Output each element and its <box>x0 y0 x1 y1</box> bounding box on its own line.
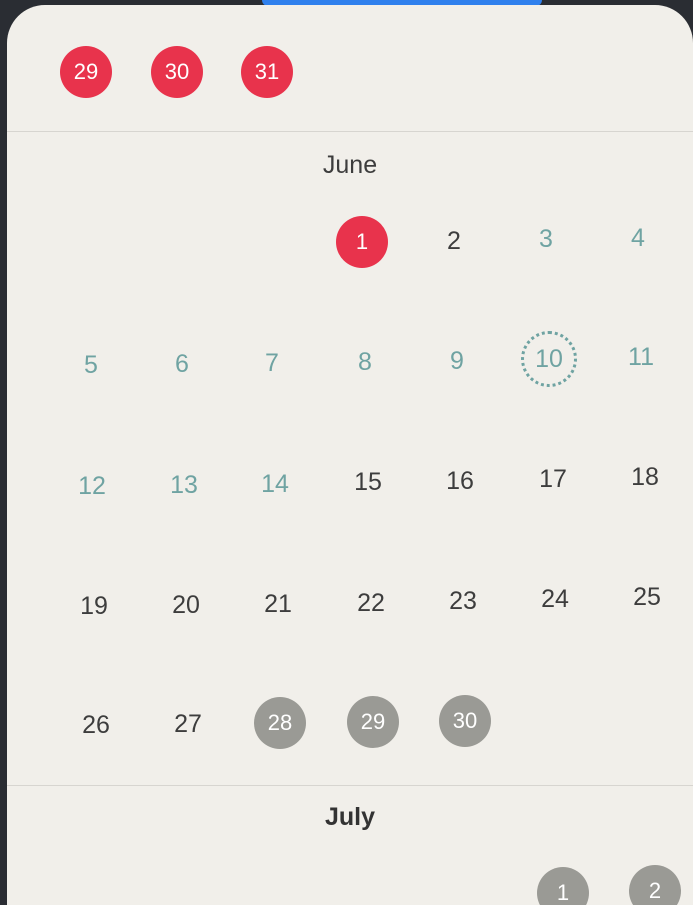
june-day-3[interactable]: 3 <box>518 211 574 267</box>
june-day-2[interactable]: 2 <box>426 213 482 269</box>
july-day-1[interactable]: 1 <box>537 867 589 905</box>
june-day-1[interactable]: 1 <box>336 216 388 268</box>
june-day-16[interactable]: 16 <box>432 453 488 509</box>
june-day-5[interactable]: 5 <box>63 337 119 393</box>
month-divider <box>7 785 693 786</box>
calendar-card: 29 30 31 June 1 2 3 4 5 6 7 8 9 10 11 12… <box>7 5 693 905</box>
month-title-july: July <box>324 803 376 831</box>
june-day-14[interactable]: 14 <box>247 456 303 512</box>
may-day-31[interactable]: 31 <box>241 46 293 98</box>
may-day-30[interactable]: 30 <box>151 46 203 98</box>
june-day-6[interactable]: 6 <box>154 336 210 392</box>
june-day-18[interactable]: 18 <box>617 449 673 505</box>
may-day-29[interactable]: 29 <box>60 46 112 98</box>
month-divider <box>7 131 693 132</box>
june-day-22[interactable]: 22 <box>343 575 399 631</box>
june-day-27[interactable]: 27 <box>160 696 216 752</box>
june-day-13[interactable]: 13 <box>156 457 212 513</box>
june-day-12[interactable]: 12 <box>64 458 120 514</box>
june-day-19[interactable]: 19 <box>66 578 122 634</box>
june-day-25[interactable]: 25 <box>619 569 675 625</box>
june-day-29[interactable]: 29 <box>347 696 399 748</box>
june-day-26[interactable]: 26 <box>68 697 124 753</box>
june-day-8[interactable]: 8 <box>337 334 393 390</box>
june-day-23[interactable]: 23 <box>435 573 491 629</box>
june-day-4[interactable]: 4 <box>610 210 666 266</box>
june-day-7[interactable]: 7 <box>244 335 300 391</box>
june-day-21[interactable]: 21 <box>250 576 306 632</box>
july-day-2[interactable]: 2 <box>629 865 681 905</box>
june-day-11[interactable]: 11 <box>613 329 669 385</box>
june-day-20[interactable]: 20 <box>158 577 214 633</box>
june-day-28[interactable]: 28 <box>254 697 306 749</box>
june-day-15[interactable]: 15 <box>340 454 396 510</box>
june-day-9[interactable]: 9 <box>429 333 485 389</box>
june-day-24[interactable]: 24 <box>527 571 583 627</box>
june-day-30[interactable]: 30 <box>439 695 491 747</box>
june-day-10-today[interactable]: 10 <box>521 331 577 387</box>
month-title-june: June <box>322 151 378 179</box>
june-day-17[interactable]: 17 <box>525 451 581 507</box>
